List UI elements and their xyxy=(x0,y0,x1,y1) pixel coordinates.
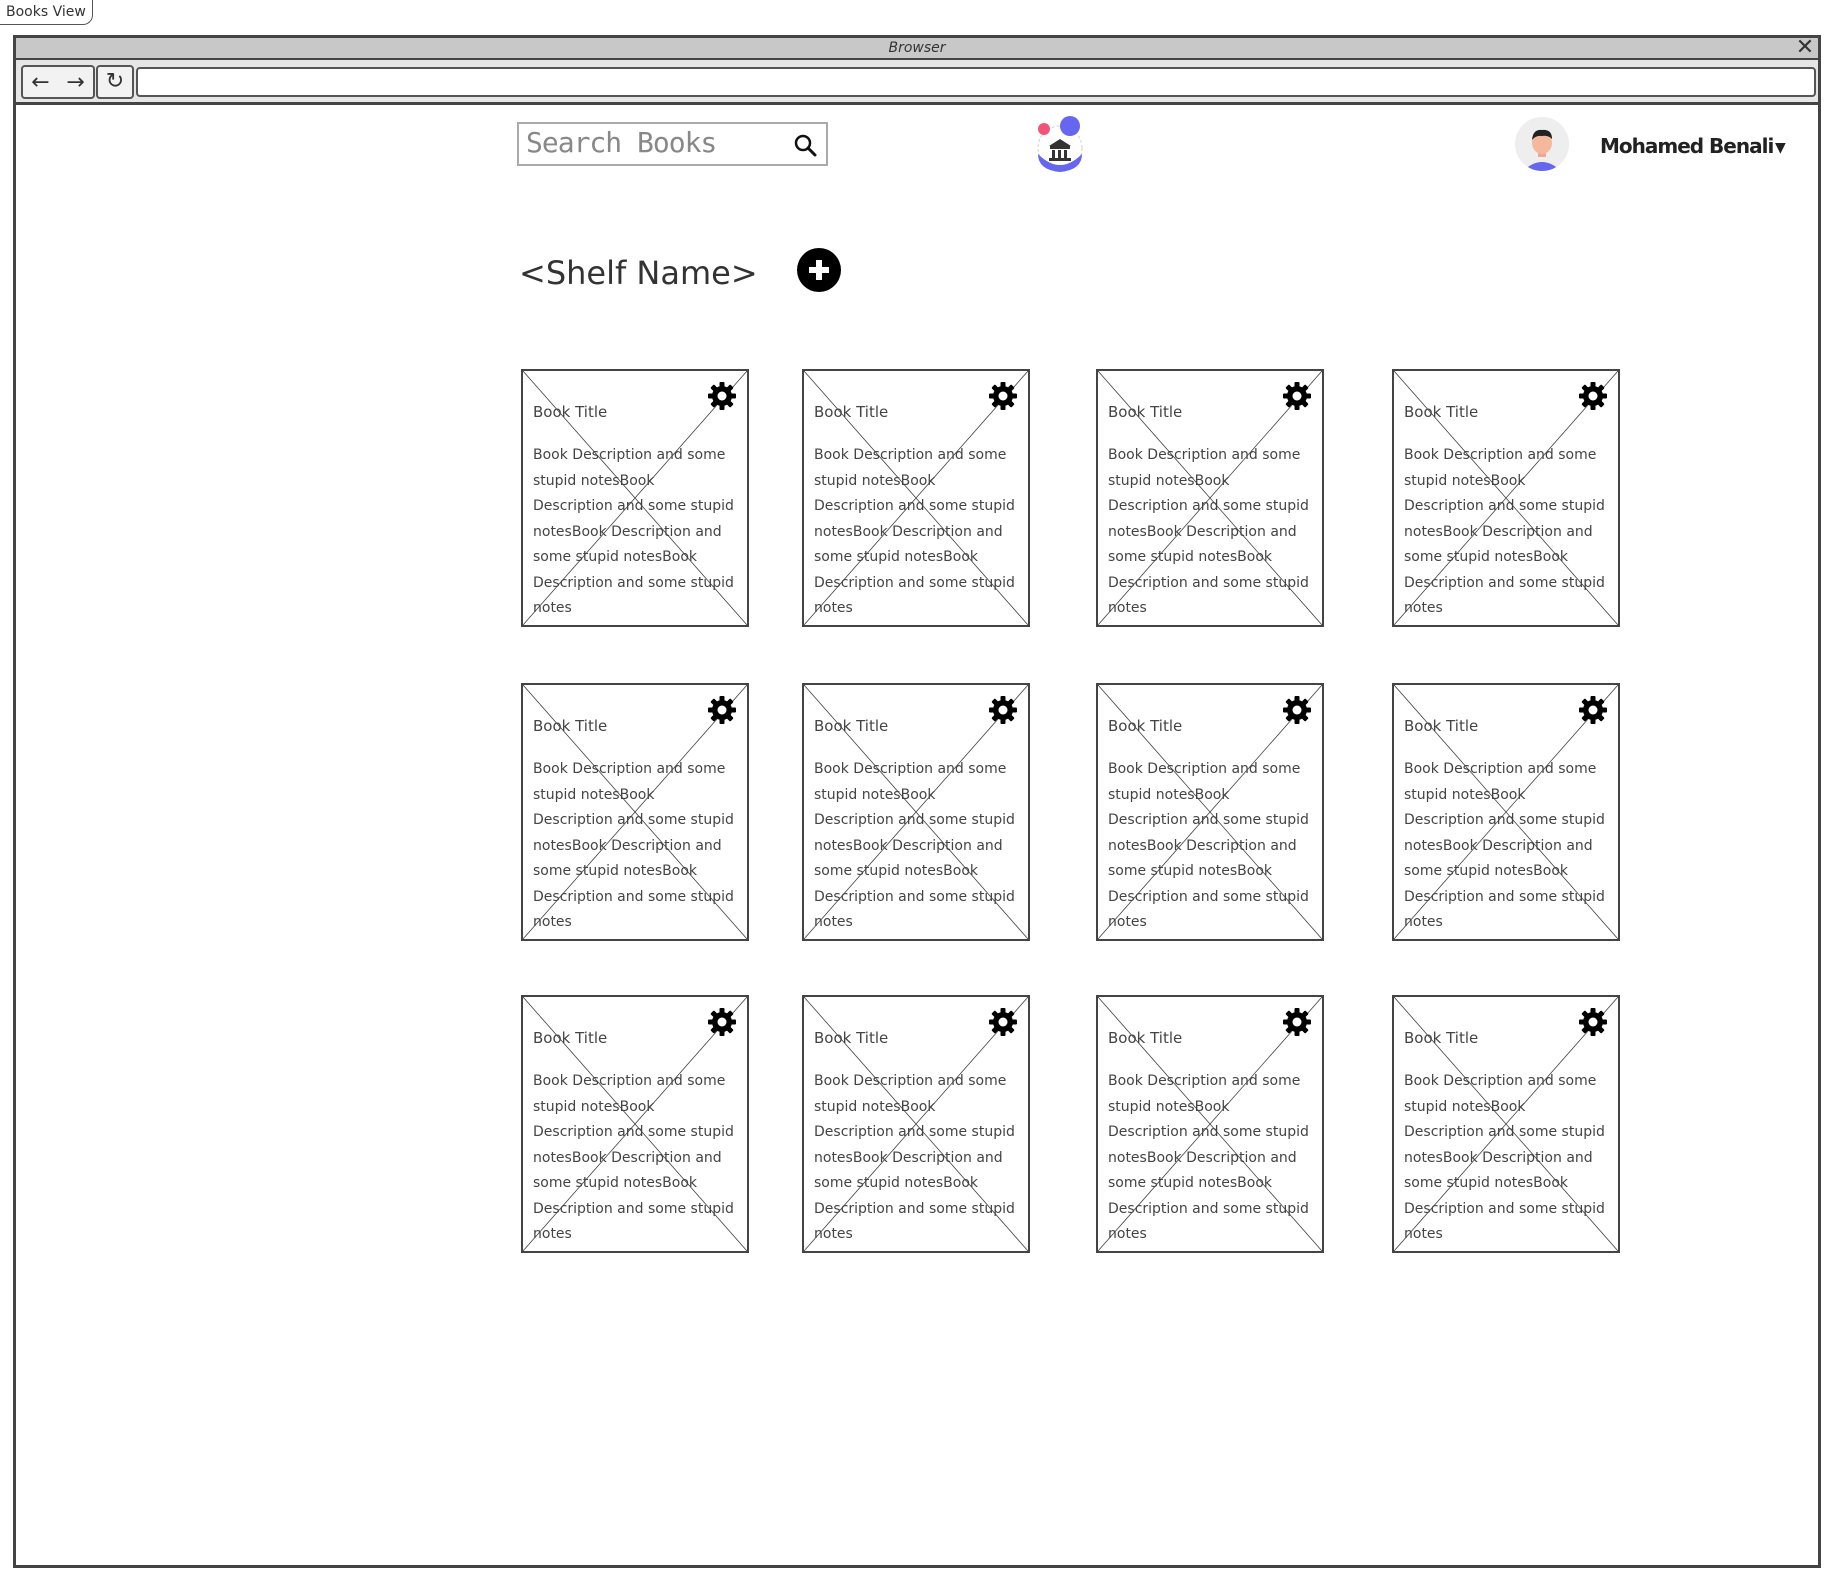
book-description: Book Description and some stupid notesBo… xyxy=(533,761,734,930)
search-icon[interactable] xyxy=(792,132,818,158)
book-card[interactable]: Book Title Book Description and some stu… xyxy=(1096,995,1324,1253)
book-description: Book Description and some stupid notesBo… xyxy=(814,447,1015,616)
gear-icon[interactable] xyxy=(988,695,1018,725)
user-avatar[interactable] xyxy=(1515,117,1569,171)
book-title: Book Title xyxy=(1108,717,1183,735)
search-placeholder: Search Books xyxy=(526,126,717,159)
gear-icon[interactable] xyxy=(1578,381,1608,411)
reload-icon[interactable]: ↻ xyxy=(96,65,134,99)
book-description: Book Description and some stupid notesBo… xyxy=(1404,761,1605,930)
book-card[interactable]: Book Title Book Description and some stu… xyxy=(1392,683,1620,941)
book-description: Book Description and some stupid notesBo… xyxy=(1404,1073,1605,1242)
gear-icon[interactable] xyxy=(988,381,1018,411)
book-title: Book Title xyxy=(533,717,608,735)
book-title: Book Title xyxy=(533,1029,608,1047)
book-description: Book Description and some stupid notesBo… xyxy=(814,1073,1015,1242)
gear-icon[interactable] xyxy=(1282,1007,1312,1037)
window-tab-label: Books View xyxy=(0,0,93,25)
gear-icon[interactable] xyxy=(1282,381,1312,411)
shelf-title: <Shelf Name> xyxy=(519,254,758,292)
add-book-button[interactable] xyxy=(797,248,841,292)
book-title: Book Title xyxy=(814,403,889,421)
book-title: Book Title xyxy=(1404,403,1479,421)
browser-title: Browser xyxy=(16,38,1818,60)
book-description: Book Description and some stupid notesBo… xyxy=(533,447,734,616)
book-card[interactable]: Book Title Book Description and some stu… xyxy=(521,683,749,941)
gear-icon[interactable] xyxy=(1578,1007,1608,1037)
gear-icon[interactable] xyxy=(988,1007,1018,1037)
book-title: Book Title xyxy=(1404,1029,1479,1047)
book-card[interactable]: Book Title Book Description and some stu… xyxy=(521,369,749,627)
gear-icon[interactable] xyxy=(707,695,737,725)
book-card[interactable]: Book Title Book Description and some stu… xyxy=(1096,683,1324,941)
book-card[interactable]: Book Title Book Description and some stu… xyxy=(1392,995,1620,1253)
gear-icon[interactable] xyxy=(707,381,737,411)
book-description: Book Description and some stupid notesBo… xyxy=(814,761,1015,930)
library-logo[interactable] xyxy=(1032,114,1088,174)
book-description: Book Description and some stupid notesBo… xyxy=(1108,1073,1309,1242)
book-title: Book Title xyxy=(1108,1029,1183,1047)
book-title: Book Title xyxy=(1404,717,1479,735)
book-description: Book Description and some stupid notesBo… xyxy=(1108,447,1309,616)
back-icon[interactable]: ← xyxy=(31,70,49,95)
book-description: Book Description and some stupid notesBo… xyxy=(533,1073,734,1242)
book-card[interactable]: Book Title Book Description and some stu… xyxy=(802,995,1030,1253)
gear-icon[interactable] xyxy=(1282,695,1312,725)
gear-icon[interactable] xyxy=(1578,695,1608,725)
chevron-down-icon[interactable]: ▼ xyxy=(1775,140,1786,156)
address-bar[interactable] xyxy=(136,67,1816,97)
book-card[interactable]: Book Title Book Description and some stu… xyxy=(802,369,1030,627)
gear-icon[interactable] xyxy=(707,1007,737,1037)
book-card[interactable]: Book Title Book Description and some stu… xyxy=(521,995,749,1253)
book-description: Book Description and some stupid notesBo… xyxy=(1108,761,1309,930)
book-title: Book Title xyxy=(533,403,608,421)
book-card[interactable]: Book Title Book Description and some stu… xyxy=(1392,369,1620,627)
user-name[interactable]: Mohamed Benali xyxy=(1600,134,1774,158)
close-icon[interactable]: ✕ xyxy=(1794,37,1816,60)
book-card[interactable]: Book Title Book Description and some stu… xyxy=(1096,369,1324,627)
book-card[interactable]: Book Title Book Description and some stu… xyxy=(802,683,1030,941)
book-title: Book Title xyxy=(814,1029,889,1047)
book-description: Book Description and some stupid notesBo… xyxy=(1404,447,1605,616)
book-title: Book Title xyxy=(814,717,889,735)
forward-icon[interactable]: → xyxy=(66,70,84,95)
history-buttons: ← → xyxy=(21,65,95,99)
book-title: Book Title xyxy=(1108,403,1183,421)
